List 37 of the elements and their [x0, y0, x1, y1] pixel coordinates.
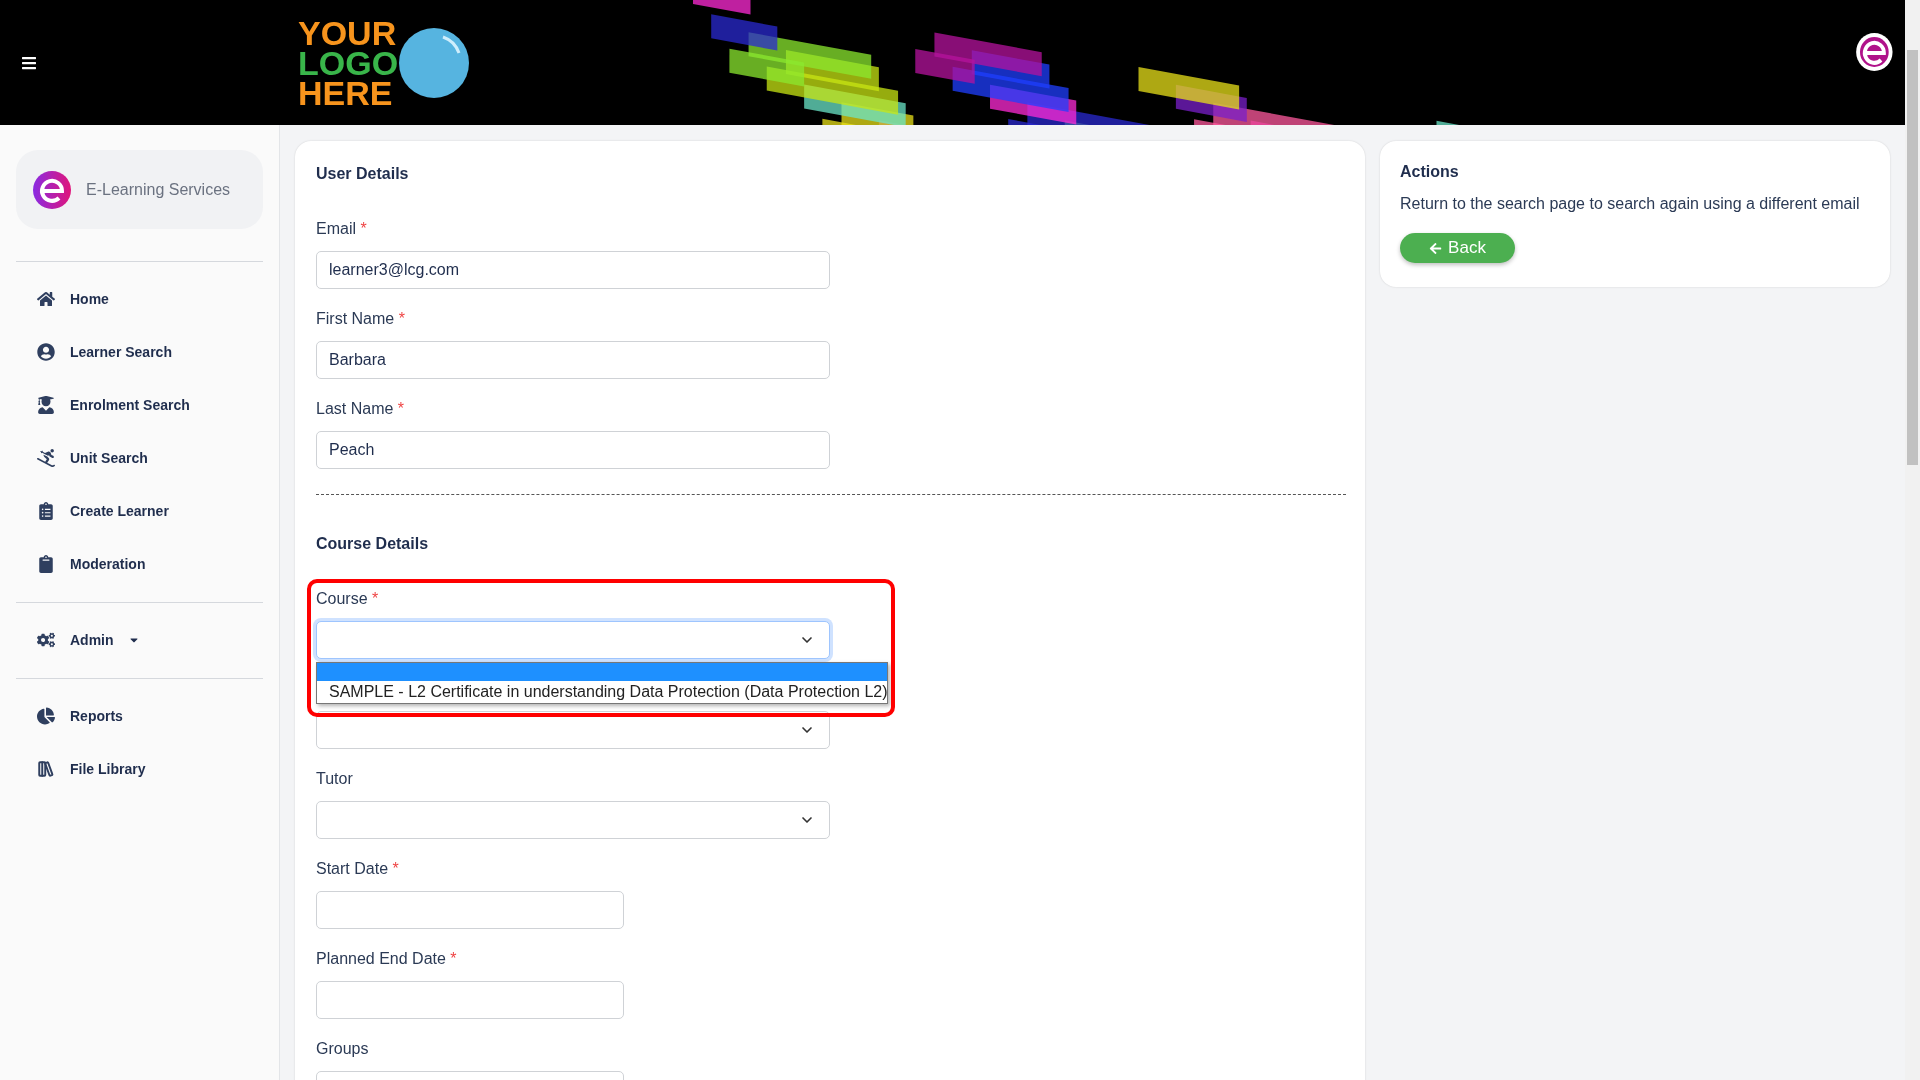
nav-label: Moderation	[70, 555, 146, 572]
input-field[interactable]: Peach	[316, 431, 830, 469]
nav-item[interactable]: Admin	[16, 613, 263, 666]
field-label: First Name *	[316, 309, 406, 329]
logo-text: YOUR LOGO HERE	[298, 17, 399, 108]
nav-label: File Library	[70, 760, 146, 777]
card-title: Actions	[1400, 163, 1460, 181]
field-label: Last Name *	[316, 399, 406, 419]
nav-label: Create Learner	[70, 502, 169, 519]
nav-label: Home	[70, 290, 109, 307]
nav-item[interactable]: File Library	[16, 742, 263, 795]
nav-label: Admin	[70, 631, 114, 648]
nav-item[interactable]: Moderation	[16, 537, 263, 590]
input-field[interactable]: learner3@lcg.com	[316, 251, 830, 289]
field-label: Tutor	[316, 769, 354, 789]
dropdown-option[interactable]: SAMPLE - L2 Certificate in understanding Data Protection (Data Protection L2)	[317, 681, 887, 703]
card-text: Return to the search page to search again using a different email	[1400, 195, 1861, 213]
nav-item[interactable]: Create Learner	[16, 484, 263, 537]
brand-card[interactable]: E-Learning Services	[16, 150, 263, 229]
field-label: Course *	[316, 589, 380, 609]
nav-item[interactable]: Unit Search	[16, 431, 263, 484]
field-label: Start Date *	[316, 859, 400, 879]
section-title: User Details	[316, 165, 410, 183]
nav-item[interactable]: Reports	[16, 689, 263, 742]
field-label: Groups	[316, 1039, 370, 1059]
brand-name: E-Learning Services	[86, 180, 231, 199]
section-title: Course Details	[316, 535, 430, 553]
nav-label: Enrolment Search	[70, 396, 190, 413]
nav-item[interactable]: Home	[16, 272, 263, 325]
input-field[interactable]: Barbara	[316, 341, 830, 379]
nav-item[interactable]: Enrolment Search	[16, 378, 263, 431]
nav-item[interactable]: Learner Search	[16, 325, 263, 378]
nav-label: Unit Search	[70, 449, 148, 466]
nav-label: Reports	[70, 707, 123, 724]
field-label: Planned End Date *	[316, 949, 458, 969]
nav-label: Learner Search	[70, 343, 172, 360]
field-label: Email *	[316, 219, 368, 239]
